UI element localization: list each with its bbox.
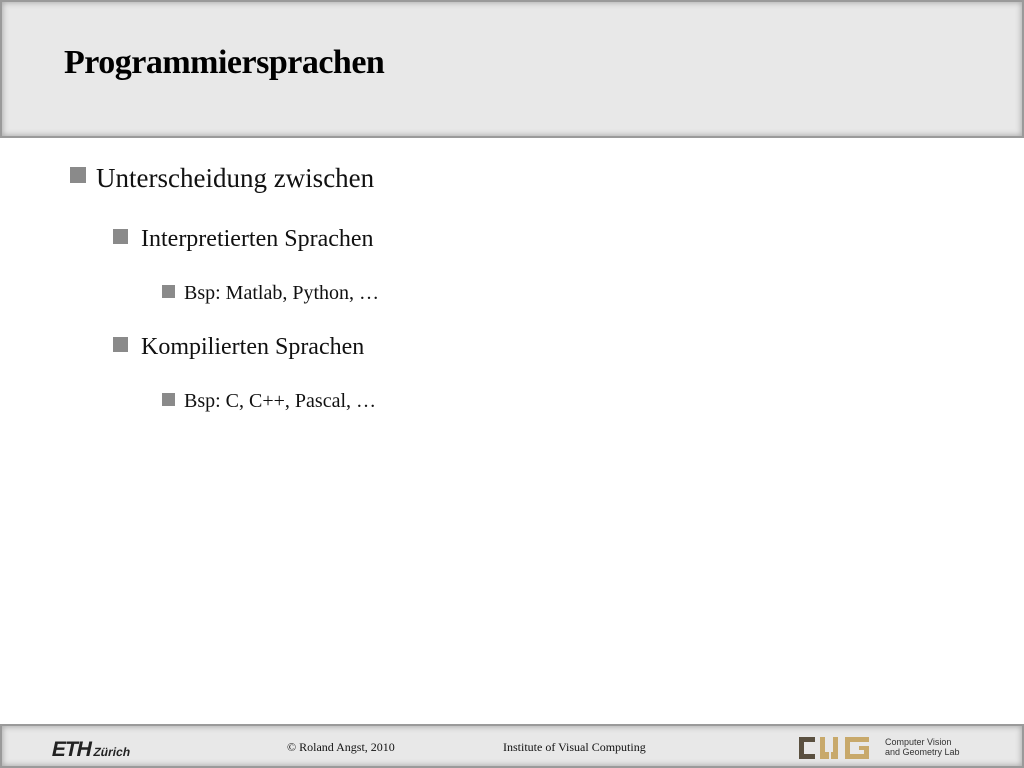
square-bullet-icon bbox=[162, 285, 175, 298]
bullet-text: Kompilierten Sprachen bbox=[141, 334, 365, 360]
eth-zurich-logo: ETH Zürich bbox=[49, 738, 133, 762]
square-bullet-icon bbox=[162, 393, 175, 406]
square-bullet-icon bbox=[113, 229, 128, 244]
copyright-text: © Roland Angst, 2010 bbox=[287, 740, 395, 754]
square-bullet-icon bbox=[113, 337, 128, 352]
cvg-lab-logo-icon bbox=[799, 737, 869, 759]
bullet-item-level3: Bsp: C, C++, Pascal, … bbox=[162, 391, 376, 411]
bullet-text: Unterscheidung zwischen bbox=[96, 163, 375, 193]
eth-logo-text: ETH bbox=[49, 738, 94, 761]
bullet-item-level2: Interpretierten Sprachen bbox=[113, 227, 374, 251]
lab-name: Computer Vision and Geometry Lab bbox=[885, 737, 1005, 757]
square-bullet-icon bbox=[70, 167, 86, 183]
bullet-item-level1: Unterscheidung zwischen bbox=[70, 165, 374, 192]
slide-content: Unterscheidung zwischen Interpretierten … bbox=[0, 0, 1024, 700]
bullet-item-level2: Kompilierten Sprachen bbox=[113, 335, 364, 359]
eth-logo-subtext: Zürich bbox=[92, 745, 132, 759]
bullet-item-level3: Bsp: Matlab, Python, … bbox=[162, 283, 379, 303]
slide-footer: ETH Zürich © Roland Angst, 2010 Institut… bbox=[0, 724, 1024, 768]
institute-name: Institute of Visual Computing bbox=[503, 740, 646, 754]
bullet-text: Bsp: C, C++, Pascal, … bbox=[184, 390, 377, 412]
bullet-text: Interpretierten Sprachen bbox=[141, 226, 374, 252]
bullet-text: Bsp: Matlab, Python, … bbox=[184, 282, 380, 304]
lab-name-line2: and Geometry Lab bbox=[885, 747, 960, 757]
lab-name-line1: Computer Vision bbox=[885, 737, 952, 747]
